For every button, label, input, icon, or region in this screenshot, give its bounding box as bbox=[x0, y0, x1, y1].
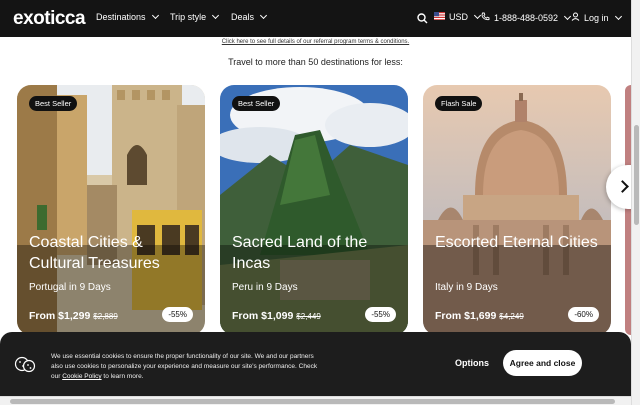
badge: Best Seller bbox=[232, 96, 281, 111]
nav-destinations-label: Destinations bbox=[96, 12, 146, 22]
card-price: From $1,099 $2,449 bbox=[232, 310, 321, 322]
login-button[interactable]: Log in bbox=[571, 12, 622, 23]
login-label: Log in bbox=[584, 12, 609, 23]
card-price: From $1,299 $2,889 bbox=[29, 310, 118, 322]
badge: Flash Sale bbox=[435, 96, 483, 111]
logo[interactable]: exoticca bbox=[13, 8, 86, 30]
discount-badge: -55% bbox=[365, 307, 396, 322]
card-subtitle: Italy in 9 Days bbox=[435, 282, 498, 293]
price-current: From $1,099 bbox=[232, 310, 294, 322]
price-current: From $1,699 bbox=[435, 310, 497, 322]
search-icon[interactable] bbox=[417, 13, 428, 26]
cookie-banner: We use essential cookies to ensure the p… bbox=[0, 332, 631, 396]
card-subtitle: Portugal in 9 Days bbox=[29, 282, 111, 293]
card-subtitle: Peru in 9 Days bbox=[232, 282, 298, 293]
chevron-down-icon bbox=[151, 11, 159, 20]
cookie-icon bbox=[14, 355, 36, 380]
scrollbar-thumb[interactable] bbox=[634, 125, 639, 225]
card-title: Sacred Land of the Incas bbox=[232, 234, 368, 272]
card-title: Coastal Cities & Cultural Treasures bbox=[29, 234, 160, 272]
discount-badge: -55% bbox=[162, 307, 193, 322]
chevron-right-icon bbox=[616, 180, 629, 193]
phone-number: 1-888-488-0592 bbox=[494, 12, 559, 23]
portugal-photo bbox=[17, 85, 205, 335]
nav-deals-label: Deals bbox=[231, 12, 255, 22]
scrollbar-thumb[interactable] bbox=[10, 399, 615, 404]
card-title: Escorted Eternal Cities bbox=[435, 234, 598, 251]
agree-and-close-button[interactable]: Agree and close bbox=[503, 350, 582, 376]
phone-link[interactable]: 1-888-488-0592 bbox=[481, 12, 572, 23]
nav-destinations[interactable]: Destinations bbox=[96, 11, 159, 22]
card-price: From $1,699 $4,249 bbox=[435, 310, 524, 322]
deal-card-italy[interactable]: Flash Sale Escorted Eternal Cities Italy… bbox=[423, 85, 611, 335]
badge: Best Seller bbox=[29, 96, 78, 111]
currency-label: USD bbox=[449, 12, 469, 22]
currency-selector[interactable]: USD bbox=[434, 11, 482, 22]
price-old: $2,889 bbox=[93, 312, 118, 321]
chevron-down-icon bbox=[259, 11, 268, 20]
chevron-down-icon bbox=[614, 12, 622, 20]
deal-card-portugal[interactable]: Best Seller Coastal Cities & Cultural Tr… bbox=[17, 85, 205, 335]
cookie-text-end: to learn more. bbox=[101, 373, 144, 380]
price-old: $4,249 bbox=[499, 312, 524, 321]
referral-terms-link[interactable]: Click here to see full details of our re… bbox=[0, 39, 631, 45]
price-current: From $1,299 bbox=[29, 310, 91, 322]
chevron-down-icon bbox=[212, 11, 220, 20]
deal-card-peru[interactable]: Best Seller Sacred Land of the Incas Per… bbox=[220, 85, 408, 335]
nav-trip-style[interactable]: Trip style bbox=[170, 11, 220, 22]
nav-trip-style-label: Trip style bbox=[170, 12, 207, 22]
cookie-options-button[interactable]: Options bbox=[455, 358, 489, 368]
phone-icon bbox=[481, 12, 490, 23]
price-old: $2,449 bbox=[296, 312, 321, 321]
us-flag-icon bbox=[434, 12, 445, 22]
chevron-down-icon bbox=[473, 11, 482, 20]
user-icon bbox=[571, 12, 580, 23]
top-nav: exoticca Destinations Trip style Deals U… bbox=[0, 0, 631, 37]
nav-deals[interactable]: Deals bbox=[231, 11, 268, 22]
horizontal-scrollbar[interactable] bbox=[0, 396, 631, 405]
discount-badge: -60% bbox=[568, 307, 599, 322]
italy-photo bbox=[423, 85, 611, 335]
vertical-scrollbar[interactable] bbox=[631, 0, 640, 405]
cookie-message: We use essential cookies to ensure the p… bbox=[51, 352, 326, 382]
peru-photo bbox=[220, 85, 408, 335]
tagline: Travel to more than 50 destinations for … bbox=[228, 57, 403, 67]
cookie-policy-link[interactable]: Cookie Policy bbox=[62, 373, 101, 380]
